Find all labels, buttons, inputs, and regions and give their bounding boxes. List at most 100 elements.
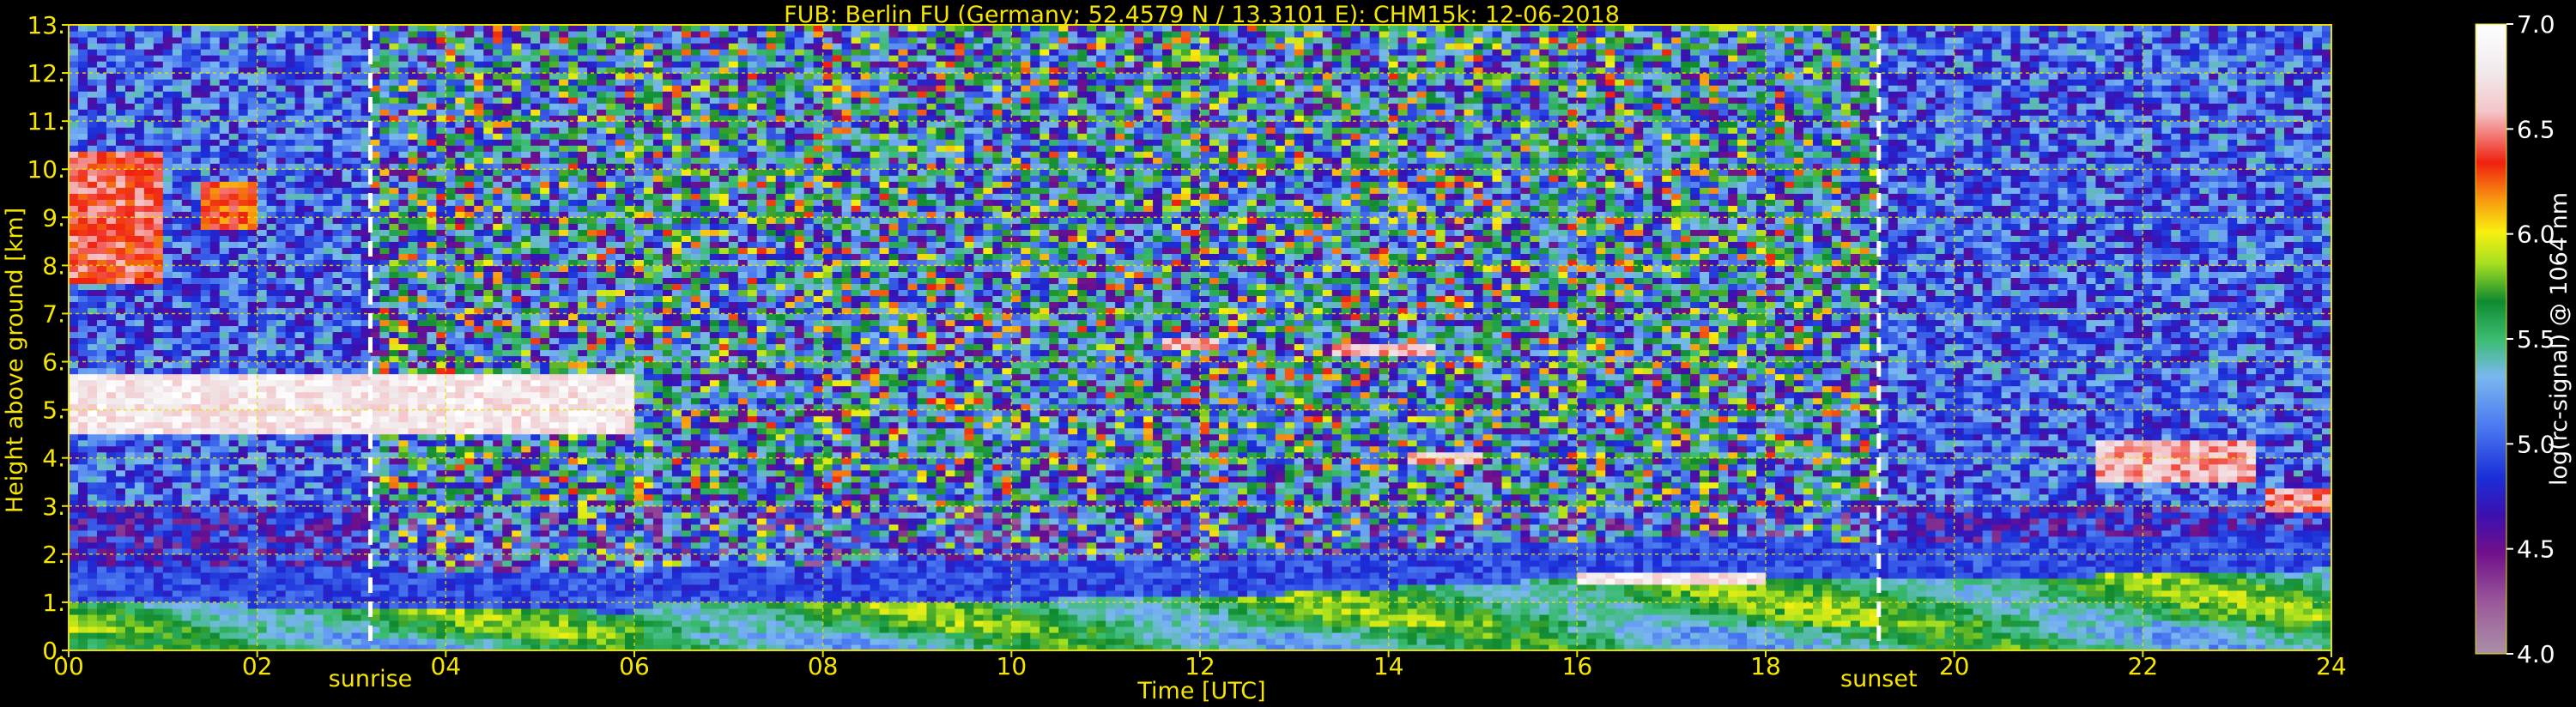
signal-cell (427, 223, 437, 230)
signal-cell (135, 440, 145, 447)
signal-cell (427, 25, 437, 32)
signal-cell (502, 386, 512, 393)
signal-cell (69, 265, 79, 272)
signal-cell (352, 620, 362, 627)
signal-cell (182, 578, 192, 585)
signal-cell (427, 229, 437, 236)
signal-cell (286, 554, 296, 561)
signal-cell (314, 85, 324, 92)
signal-cell (379, 205, 390, 212)
signal-cell (276, 434, 287, 441)
signal-cell (455, 157, 465, 164)
signal-cell (286, 398, 296, 405)
signal-cell (154, 536, 164, 543)
signal-cell (78, 37, 88, 44)
signal-cell (305, 85, 315, 92)
signal-cell (445, 37, 456, 44)
signal-cell (258, 49, 268, 56)
signal-cell (408, 97, 418, 104)
signal-cell (342, 37, 353, 44)
signal-cell (342, 608, 353, 615)
signal-cell (69, 49, 79, 56)
signal-cell (324, 494, 334, 501)
signal-cell (144, 392, 155, 399)
signal-cell (483, 127, 494, 134)
signal-cell (116, 476, 126, 483)
signal-cell (493, 121, 503, 128)
signal-cell (295, 241, 306, 248)
signal-cell (286, 331, 296, 338)
signal-cell (201, 217, 211, 224)
signal-cell (295, 61, 306, 68)
signal-cell (220, 638, 230, 645)
signal-cell (417, 187, 427, 194)
signal-cell (78, 139, 88, 146)
signal-cell (398, 85, 409, 92)
signal-cell (342, 199, 353, 206)
signal-cell (483, 560, 494, 567)
signal-cell (483, 145, 494, 152)
signal-cell (286, 362, 296, 369)
signal-cell (512, 175, 522, 182)
signal-cell (286, 464, 296, 471)
signal-cell (78, 362, 88, 369)
signal-cell (267, 25, 277, 32)
signal-cell (417, 374, 427, 381)
signal-cell (267, 578, 277, 585)
signal-cell (474, 73, 484, 80)
signal-cell (493, 464, 503, 471)
signal-cell (201, 175, 211, 182)
signal-cell (398, 313, 409, 320)
signal-cell (267, 632, 277, 639)
signal-cell (427, 362, 437, 369)
signal-cell (314, 608, 324, 615)
signal-cell (173, 494, 183, 501)
signal-cell (417, 638, 427, 645)
signal-cell (144, 199, 155, 206)
signal-cell (220, 368, 230, 375)
signal-cell (305, 43, 315, 50)
signal-cell (427, 590, 437, 597)
signal-cell (125, 289, 136, 296)
signal-cell (210, 187, 221, 194)
signal-cell (333, 536, 343, 543)
signal-cell (210, 313, 221, 320)
signal-cell (220, 524, 230, 531)
signal-cell (333, 614, 343, 621)
signal-cell (436, 169, 446, 176)
signal-cell (324, 470, 334, 477)
signal-cell (445, 223, 456, 230)
signal-cell (229, 494, 239, 501)
signal-cell (493, 344, 503, 351)
signal-cell (352, 79, 362, 86)
signal-cell (352, 145, 362, 152)
signal-cell (389, 428, 399, 435)
signal-cell (248, 295, 258, 302)
signal-cell (417, 199, 427, 206)
signal-cell (125, 313, 136, 320)
signal-cell (352, 362, 362, 369)
signal-cell (173, 325, 183, 332)
signal-cell (125, 91, 136, 98)
signal-cell (352, 584, 362, 591)
signal-cell (229, 614, 239, 621)
signal-cell (398, 79, 409, 86)
signal-cell (182, 638, 192, 645)
signal-cell (464, 506, 475, 513)
signal-cell (512, 368, 522, 375)
signal-cell (258, 446, 268, 453)
signal-cell (220, 578, 230, 585)
signal-cell (427, 584, 437, 591)
signal-cell (436, 554, 446, 561)
signal-cell (125, 193, 136, 200)
signal-cell (352, 464, 362, 471)
signal-cell (408, 85, 418, 92)
signal-cell (333, 157, 343, 164)
signal-cell (286, 602, 296, 609)
signal-cell (445, 422, 456, 429)
signal-cell (314, 380, 324, 387)
signal-cell (342, 422, 353, 429)
signal-cell (267, 584, 277, 591)
signal-cell (116, 283, 126, 290)
signal-cell (493, 386, 503, 393)
